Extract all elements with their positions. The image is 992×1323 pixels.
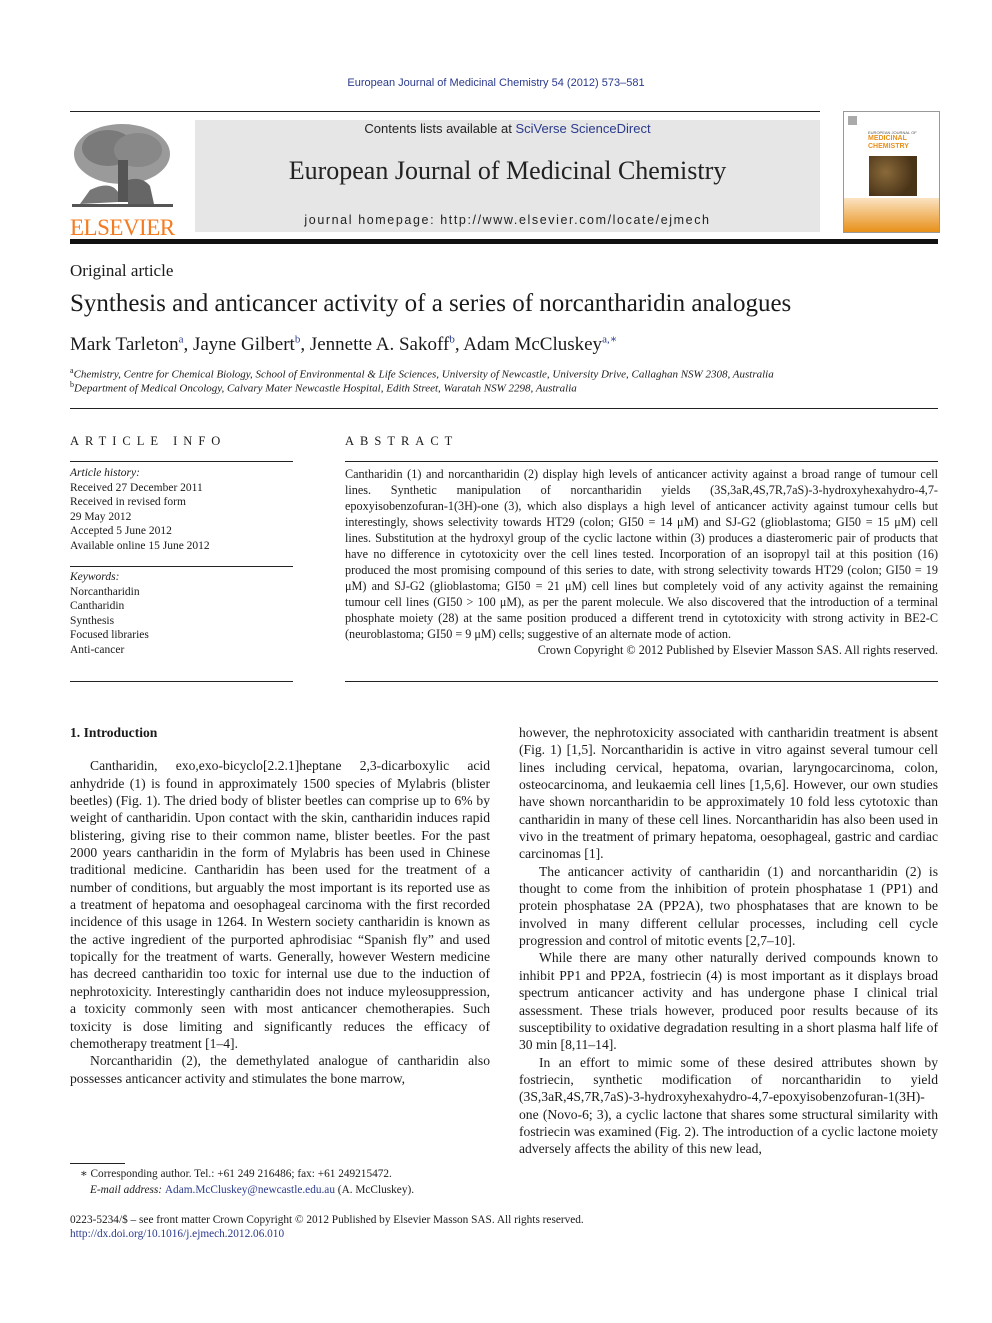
article-title: Synthesis and anticancer activity of a s… <box>70 290 792 317</box>
body-paragraph: The anticancer activity of cantharidin (… <box>519 863 938 949</box>
abstract-heading: ABSTRACT <box>345 434 459 448</box>
keywords: Keywords: Norcantharidin Cantharidin Syn… <box>70 570 293 657</box>
journal-homepage[interactable]: journal homepage: http://www.elsevier.co… <box>195 213 820 227</box>
contents-prefix: Contents lists available at <box>364 121 516 136</box>
history-item: Accepted 5 June 2012 <box>70 525 172 537</box>
divider <box>345 461 938 462</box>
history-item: Available online 15 June 2012 <box>70 539 210 552</box>
publisher-name: ELSEVIER <box>70 215 175 240</box>
cover-publisher-mark <box>848 116 857 125</box>
header-top-rule <box>70 111 820 112</box>
keywords-label: Keywords: <box>70 571 120 583</box>
page-footer: 0223-5234/$ – see front matter Crown Cop… <box>70 1213 584 1241</box>
article-info-heading: ARTICLE INFO <box>70 434 227 448</box>
history-label: Article history: <box>70 467 140 479</box>
author[interactable]: Jayne Gilbertb, <box>193 334 310 355</box>
issn-line: 0223-5234/$ – see front matter Crown Cop… <box>70 1214 584 1226</box>
sciencedirect-link[interactable]: SciVerse ScienceDirect <box>515 121 650 136</box>
affiliation: bDepartment of Medical Oncology, Calvary… <box>70 380 577 395</box>
journal-name: European Journal of Medicinal Chemistry <box>288 156 727 185</box>
footnote-star: ∗ <box>80 1168 88 1180</box>
corresponding-author-text: Corresponding author. Tel.: +61 249 2164… <box>90 1168 392 1180</box>
keyword: Anti-cancer <box>70 643 125 656</box>
article-history: Article history: Received 27 December 20… <box>70 466 293 553</box>
author[interactable]: Mark Tarletona, <box>70 334 193 355</box>
corresponding-author-footnote: ∗ Corresponding author. Tel.: +61 249 21… <box>70 1166 414 1198</box>
abstract-copyright: Crown Copyright © 2012 Published by Else… <box>537 643 938 657</box>
cover-title-line3: CHEMISTRY <box>868 143 909 150</box>
body-column-right: however, the nephrotoxicity associated w… <box>519 724 938 1158</box>
body-paragraph: In an effort to mimic some of these desi… <box>519 1054 938 1157</box>
publisher-logo[interactable]: ELSEVIER <box>70 120 175 239</box>
running-head[interactable]: European Journal of Medicinal Chemistry … <box>0 77 992 89</box>
footnote-rule <box>70 1163 125 1164</box>
affiliation: aChemistry, Centre for Chemical Biology,… <box>70 366 774 381</box>
contents-line: Contents lists available at SciVerse Sci… <box>195 121 820 136</box>
abstract: Cantharidin (1) and norcantharidin (2) d… <box>345 466 938 658</box>
email-suffix: (A. McCluskey). <box>334 1184 415 1196</box>
keyword: Norcantharidin <box>70 585 140 598</box>
keyword: Synthesis <box>70 614 115 627</box>
history-item: Received 27 December 2011 <box>70 481 203 494</box>
divider <box>70 461 293 462</box>
divider <box>70 408 938 409</box>
keyword: Focused libraries <box>70 629 149 641</box>
abstract-text: Cantharidin (1) and norcantharidin (2) d… <box>345 467 938 641</box>
body-paragraph: Cantharidin, exo,exo-bicyclo[2.2.1]hepta… <box>70 758 490 1051</box>
body-column-left: 1. Introduction Cantharidin, exo,exo-bic… <box>70 724 490 1087</box>
journal-cover-thumbnail[interactable]: EUROPEAN JOURNAL OF MEDICINAL CHEMISTRY <box>843 111 940 233</box>
author[interactable]: Adam McCluskeya,∗ <box>463 334 617 355</box>
email-label: E-mail address: <box>90 1184 165 1196</box>
body-paragraph: While there are many other naturally der… <box>519 950 938 1053</box>
body-paragraph: however, the nephrotoxicity associated w… <box>519 725 938 862</box>
article-type: Original article <box>70 261 174 280</box>
divider <box>70 681 293 682</box>
body-paragraph: Norcantharidin (2), the demethylated ana… <box>70 1053 490 1086</box>
author-list: Mark Tarletona, Jayne Gilbertb, Jennette… <box>70 333 617 356</box>
divider <box>70 566 293 567</box>
cover-image <box>869 156 917 196</box>
email-link[interactable]: Adam.McCluskey@newcastle.edu.au <box>165 1184 335 1196</box>
header-bottom-rule <box>70 239 938 244</box>
cover-gradient <box>844 198 939 232</box>
section-heading: 1. Introduction <box>70 725 158 740</box>
doi-link[interactable]: http://dx.doi.org/10.1016/j.ejmech.2012.… <box>70 1227 584 1241</box>
tree-logo-icon <box>70 120 175 212</box>
divider <box>345 681 938 682</box>
cover-title-line2: MEDICINAL <box>868 135 907 142</box>
author[interactable]: Jennette A. Sakoffb, <box>310 334 463 355</box>
keyword: Cantharidin <box>70 600 125 612</box>
history-item: Received in revised form <box>70 496 186 508</box>
history-item: 29 May 2012 <box>70 510 132 523</box>
